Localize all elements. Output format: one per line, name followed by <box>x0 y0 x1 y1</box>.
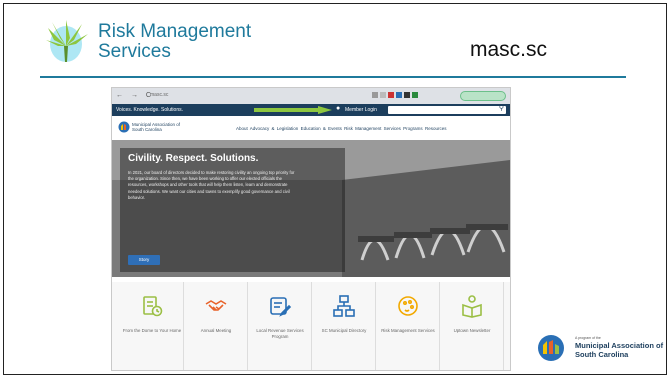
quick-link-label: Annual Meeting <box>200 328 232 333</box>
quick-link-label: Risk Management Services <box>381 328 435 333</box>
quick-link-tile[interactable]: Risk Management Services <box>376 282 440 370</box>
palette-icon <box>398 296 418 316</box>
browser-nav-icons[interactable]: ← → C <box>116 92 154 99</box>
slide: Risk Management Services masc.sc ← → C m… <box>0 0 670 378</box>
quick-link-tile[interactable]: From the Dome to Your Home <box>120 282 184 370</box>
quick-link-label: From the Dome to Your Home <box>122 328 182 333</box>
member-login-link[interactable]: Member Login <box>345 107 377 113</box>
masc-org-name: Municipal Association of South Carolina <box>575 341 664 359</box>
brand-line-1: Risk Management <box>98 21 252 42</box>
arrow-pointer-icon <box>254 106 332 114</box>
book-person-icon <box>462 295 482 318</box>
site-search-input[interactable]: ⚲ <box>388 104 506 114</box>
handshake-icon <box>205 300 227 311</box>
site-org-name[interactable]: Municipal Association of South Carolina <box>132 122 182 132</box>
search-icon[interactable]: ⚲ <box>499 104 504 112</box>
quick-link-tile[interactable]: Uptown Newsletter <box>440 282 504 370</box>
quick-link-tile[interactable]: SC Municipal Directory <box>312 282 376 370</box>
edit-icon <box>270 297 292 317</box>
website-screenshot: ← → C masc.sc Voices. Knowledge. Solutio… <box>112 88 510 370</box>
menu-item-about[interactable]: About <box>236 126 248 131</box>
extension-icons[interactable] <box>372 92 420 99</box>
hero-text-panel <box>120 148 345 272</box>
quick-link-label: Uptown Newsletter <box>453 328 491 333</box>
brand-line-2: Services <box>98 41 171 62</box>
person-icon: ● <box>336 105 341 112</box>
browser-profile-pill[interactable] <box>460 91 506 101</box>
network-icon <box>333 295 355 317</box>
menu-item-programs[interactable]: Programs <box>403 126 423 131</box>
masc-logo-icon[interactable] <box>118 121 130 133</box>
brand-title: Risk Management Services <box>98 22 251 62</box>
menu-item-risk-management[interactable]: Risk Management Services <box>344 126 401 131</box>
menu-item-resources[interactable]: Resources <box>425 126 447 131</box>
site-tagline: Voices. Knowledge. Solutions. <box>116 107 183 113</box>
quick-link-label: SC Municipal Directory <box>321 328 367 333</box>
header-divider <box>40 76 626 78</box>
hero-body-text: In 2021, our board of directors decided … <box>128 170 295 200</box>
menu-item-education[interactable]: Education & Events <box>301 126 342 131</box>
document-icon <box>143 296 163 317</box>
hero-title: Civility. Respect. Solutions. <box>128 153 259 164</box>
palmetto-logo-icon <box>46 20 88 62</box>
site-header: Municipal Association of South Carolina … <box>112 116 510 140</box>
site-main-menu: About Advocacy & Legislation Education &… <box>236 126 446 131</box>
menu-item-advocacy[interactable]: Advocacy & Legislation <box>250 126 299 131</box>
browser-toolbar: ← → C masc.sc <box>112 88 510 104</box>
hero-banner: Civility. Respect. Solutions. In 2021, o… <box>112 140 510 277</box>
masc-footer-logo-icon <box>538 335 564 361</box>
address-bar[interactable]: masc.sc <box>150 92 168 98</box>
quick-link-tile[interactable]: Local Revenue Services Program <box>248 282 312 370</box>
site-url-label: masc.sc <box>470 38 548 61</box>
quick-link-label: Local Revenue Services Program <box>256 328 304 339</box>
quick-link-tile[interactable]: Annual Meeting <box>184 282 248 370</box>
hero-story-button[interactable]: Story <box>128 255 160 265</box>
quick-links-row: From the Dome to Your Home Annual Meetin… <box>112 282 510 370</box>
masc-program-text: A program of the <box>575 336 601 340</box>
